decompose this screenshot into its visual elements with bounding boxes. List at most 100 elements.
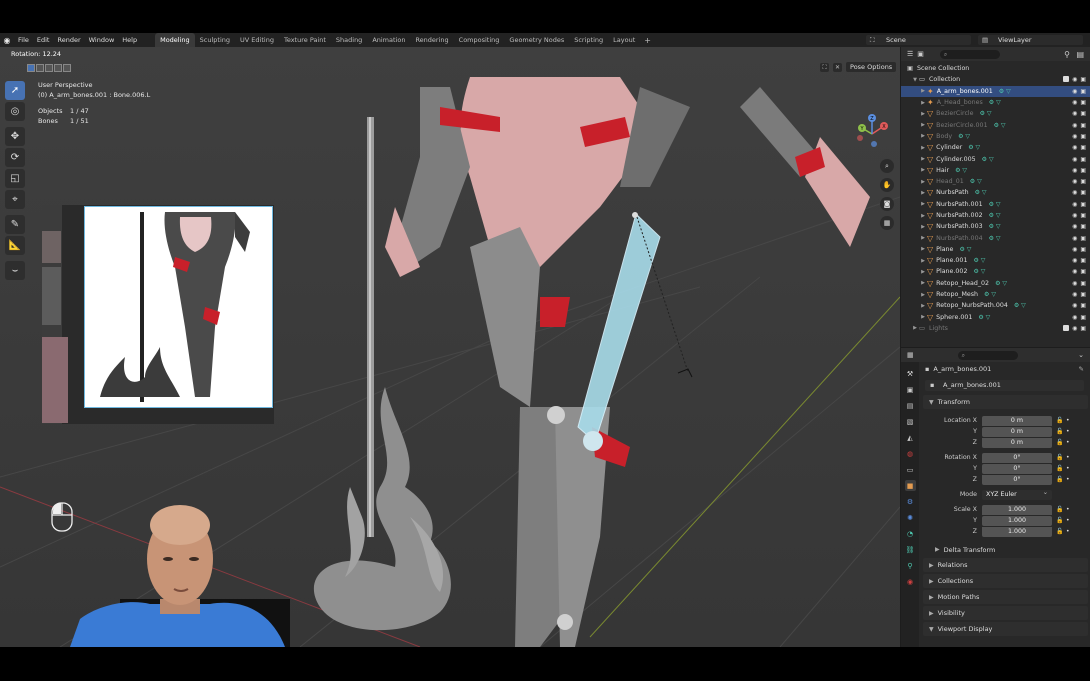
output-tab-icon[interactable]: ▤ — [905, 400, 916, 411]
select-mode-intersect-icon[interactable] — [63, 64, 71, 72]
modifier-data-icons[interactable]: ⚙ ▽ — [968, 144, 980, 151]
visibility-eye-icon[interactable]: ◉ — [1072, 235, 1077, 242]
expand-arrow-icon[interactable]: ▶ — [919, 190, 927, 196]
visibility-eye-icon[interactable]: ◉ — [1072, 302, 1077, 309]
lock-icon[interactable]: 🔓 — [1056, 476, 1064, 483]
expand-arrow-icon[interactable]: ▶ — [919, 167, 927, 173]
visibility-eye-icon[interactable]: ◉ — [1072, 88, 1077, 95]
keyframe-dot-icon[interactable]: • — [1066, 417, 1070, 424]
modifier-data-icons[interactable]: ⚙ ▽ — [978, 314, 990, 321]
lock-icon[interactable]: 🔓 — [1056, 465, 1064, 472]
outliner-search-input[interactable]: ⌕ — [939, 49, 1000, 59]
keyframe-dot-icon[interactable]: • — [1066, 476, 1070, 483]
modifier-data-icons[interactable]: ⚙ ▽ — [1014, 302, 1026, 309]
properties-search-input[interactable]: ⌕ — [957, 350, 1018, 360]
outliner-object-row[interactable]: ▶ ▽ NurbsPath ⚙ ▽ ◉ ▣ — [901, 187, 1090, 198]
collection-row[interactable]: ▼ ▭ Collection ◉ ▣ — [901, 74, 1090, 85]
visibility-eye-icon[interactable]: ◉ — [1072, 99, 1077, 106]
render-camera-icon[interactable]: ▣ — [1080, 223, 1086, 230]
transform-panel-header[interactable]: ▼ Transform — [923, 395, 1088, 409]
lock-icon[interactable]: 🔓 — [1056, 417, 1064, 424]
data-tab-icon[interactable]: ⚲ — [905, 560, 916, 571]
visibility-eye-icon[interactable]: ◉ — [1072, 325, 1077, 332]
expand-arrow-icon[interactable]: ▶ — [919, 201, 927, 207]
lights-row[interactable]: ▶ ▭ Lights ◉ ▣ — [901, 323, 1090, 334]
tab-modeling[interactable]: Modeling — [155, 33, 195, 47]
3d-viewport[interactable]: Rotation: 12.24 ⛶ ✕ Pose Options User Pe… — [0, 47, 900, 647]
overlay-toggle-icon[interactable]: ✕ — [833, 62, 842, 72]
outliner-object-row[interactable]: ▶ ▽ BezierCircle ⚙ ▽ ◉ ▣ — [901, 108, 1090, 119]
expand-arrow-icon[interactable]: ▶ — [919, 280, 927, 286]
render-camera-icon[interactable]: ▣ — [1080, 189, 1086, 196]
render-camera-icon[interactable]: ▣ — [1080, 201, 1086, 208]
select-box-tool-icon[interactable]: ➚ — [5, 81, 25, 100]
lights-checkbox[interactable] — [1063, 324, 1070, 331]
outliner-object-row[interactable]: ▶ ▽ BezierCircle.001 ⚙ ▽ ◉ ▣ — [901, 119, 1090, 130]
object-tab-icon[interactable]: ■ — [904, 480, 916, 491]
modifier-data-icons[interactable]: ⚙ ▽ — [973, 268, 985, 275]
modifier-tab-icon[interactable]: ⚙ — [905, 496, 916, 507]
outliner-object-row[interactable]: ▶ ▽ NurbsPath.002 ⚙ ▽ ◉ ▣ — [901, 210, 1090, 221]
location-x-field[interactable]: 0 m — [982, 415, 1052, 426]
bone-roll-tool-icon[interactable]: ⌣ — [5, 261, 25, 280]
tab-uv-editing[interactable]: UV Editing — [235, 33, 279, 47]
keyframe-dot-icon[interactable]: • — [1066, 506, 1070, 513]
rotation-z-field[interactable]: 0° — [982, 474, 1052, 485]
expand-arrow-icon[interactable]: ▶ — [919, 269, 927, 275]
render-tab-icon[interactable]: ▣ — [905, 384, 916, 395]
tab-sculpting[interactable]: Sculpting — [195, 33, 235, 47]
outliner-object-row[interactable]: ▶ ▽ Plane.002 ⚙ ▽ ◉ ▣ — [901, 266, 1090, 277]
render-camera-icon[interactable]: ▣ — [1080, 110, 1086, 117]
outliner-display-mode-icon[interactable]: ▣ — [917, 50, 924, 58]
scene-collection-row[interactable]: ▣ Scene Collection — [901, 63, 1090, 74]
modifier-data-icons[interactable]: ⚙ ▽ — [989, 201, 1001, 208]
collection-tab-icon[interactable]: ▭ — [905, 464, 916, 475]
visibility-eye-icon[interactable]: ◉ — [1072, 280, 1077, 287]
reference-image-panel[interactable] — [42, 205, 274, 424]
expand-arrow-icon[interactable]: ▶ — [919, 303, 927, 309]
select-mode-invert-icon[interactable] — [54, 64, 62, 72]
visibility-eye-icon[interactable]: ◉ — [1072, 122, 1077, 129]
viewport-display-panel-header[interactable]: ▼ Viewport Display — [923, 622, 1088, 636]
physics-tab-icon[interactable]: ◔ — [905, 528, 916, 539]
visibility-eye-icon[interactable]: ◉ — [1072, 133, 1077, 140]
render-camera-icon[interactable]: ▣ — [1080, 167, 1086, 174]
render-camera-icon[interactable]: ▣ — [1080, 156, 1086, 163]
expand-arrow-icon[interactable]: ▶ — [919, 314, 927, 320]
annotate-tool-icon[interactable]: ✎ — [5, 215, 25, 234]
relations-panel-header[interactable]: ▶ Relations — [923, 558, 1088, 572]
modifier-data-icons[interactable]: ⚙ ▽ — [955, 167, 967, 174]
collections-panel-header[interactable]: ▶ Collections — [923, 574, 1088, 588]
expand-arrow-icon[interactable]: ▶ — [919, 156, 927, 162]
pin-icon[interactable]: ✎ — [1079, 365, 1084, 373]
visibility-eye-icon[interactable]: ◉ — [1072, 201, 1077, 208]
menu-help[interactable]: Help — [118, 33, 141, 47]
modifier-data-icons[interactable]: ⚙ ▽ — [999, 88, 1011, 95]
lock-icon[interactable]: 🔓 — [1056, 528, 1064, 535]
menu-edit[interactable]: Edit — [33, 33, 54, 47]
scale-x-field[interactable]: 1.000 — [982, 504, 1052, 515]
render-camera-icon[interactable]: ▣ — [1080, 178, 1086, 185]
render-camera-icon[interactable]: ▣ — [1080, 144, 1086, 151]
tool-tab-icon[interactable]: ⚒ — [905, 368, 916, 379]
render-camera-icon[interactable]: ▣ — [1080, 314, 1086, 321]
scale-tool-icon[interactable]: ◱ — [5, 169, 25, 188]
modifier-data-icons[interactable]: ⚙ ▽ — [989, 223, 1001, 230]
keyframe-dot-icon[interactable]: • — [1066, 465, 1070, 472]
modifier-data-icons[interactable]: ⚙ ▽ — [980, 110, 992, 117]
scale-z-field[interactable]: 1.000 — [982, 526, 1052, 537]
world-tab-icon[interactable]: ◍ — [905, 448, 916, 459]
zoom-icon[interactable]: ⌕ — [880, 159, 894, 173]
modifier-data-icons[interactable]: ⚙ ▽ — [975, 189, 987, 196]
navigation-gizmo[interactable]: X Y Z — [852, 114, 892, 154]
lock-icon[interactable]: 🔓 — [1056, 517, 1064, 524]
expand-arrow-icon[interactable]: ▶ — [919, 246, 927, 252]
material-tab-icon[interactable]: ◉ — [905, 576, 916, 587]
rotation-y-field[interactable]: 0° — [982, 463, 1052, 474]
modifier-data-icons[interactable]: ⚙ ▽ — [989, 99, 1001, 106]
visibility-eye-icon[interactable]: ◉ — [1072, 167, 1077, 174]
visibility-eye-icon[interactable]: ◉ — [1072, 110, 1077, 117]
pose-options-button[interactable]: Pose Options — [846, 62, 897, 72]
modifier-data-icons[interactable]: ⚙ ▽ — [989, 235, 1001, 242]
render-camera-icon[interactable]: ▣ — [1080, 268, 1086, 275]
